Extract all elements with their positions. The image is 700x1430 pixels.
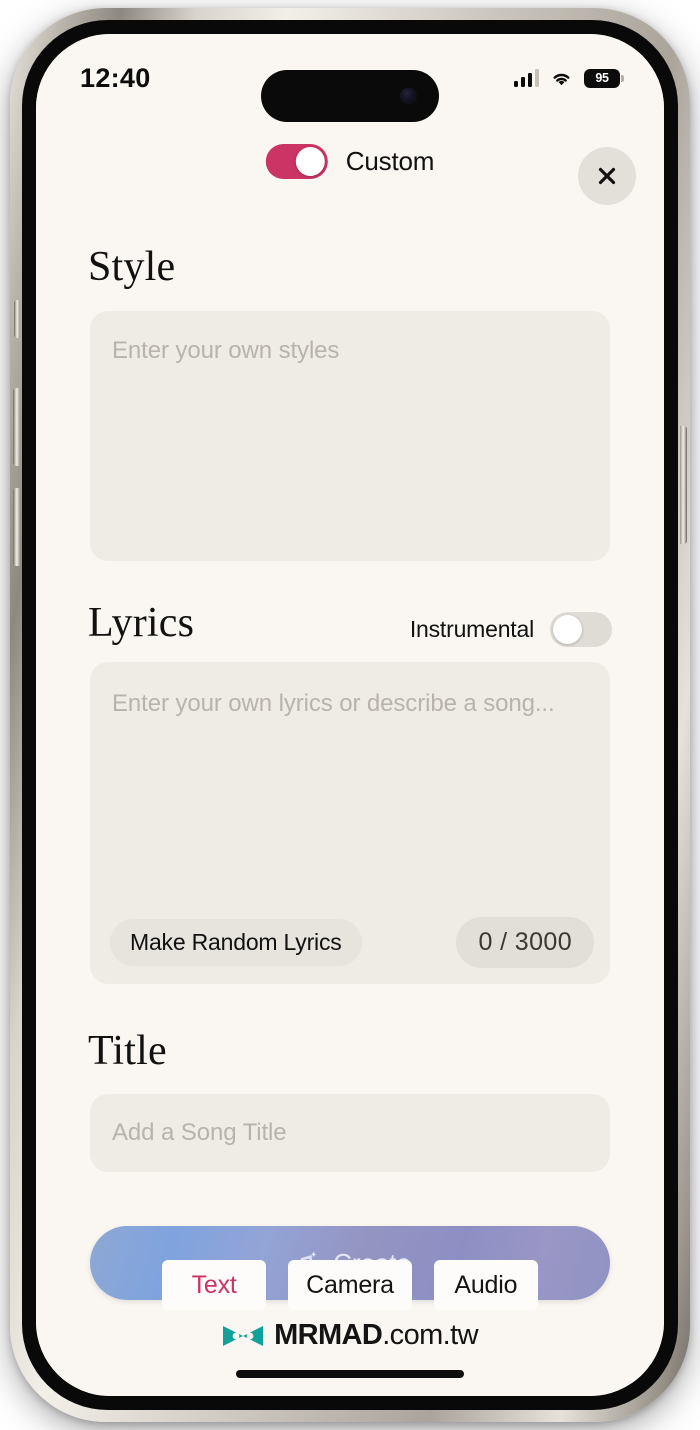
song-creation-screen: 12:40 95 Custom Style Enter your own sty… [36,34,664,1396]
make-random-lyrics-button[interactable]: Make Random Lyrics [110,919,362,966]
instrumental-toggle[interactable] [550,612,612,647]
bottom-tab-bar: Text Camera Audio [36,1260,664,1310]
custom-mode-toggle[interactable] [265,144,328,179]
home-indicator[interactable] [236,1370,464,1378]
lyrics-character-counter: 0 / 3000 [456,917,594,968]
close-button[interactable] [578,147,636,205]
instrumental-label: Instrumental [409,616,534,642]
silent-switch-button[interactable] [14,300,20,338]
battery-icon: 95 [584,68,624,88]
tab-text[interactable]: Text [162,1260,267,1310]
title-section-heading: Title [88,1028,167,1074]
style-input-placeholder: Enter your own styles [112,337,340,364]
lyrics-input-placeholder: Enter your own lyrics or describe a song… [112,690,555,717]
status-bar-indicators: 95 [513,68,624,88]
custom-mode-row[interactable]: Custom [265,144,435,179]
watermark-domain: .com.tw [382,1319,478,1351]
volume-down-button[interactable] [13,488,20,566]
toggle-knob [295,147,325,176]
toggle-knob [553,615,582,644]
cellular-signal-icon [513,69,539,87]
song-title-input[interactable]: Add a Song Title [90,1094,610,1172]
status-bar-clock: 12:40 [80,62,151,93]
tab-audio[interactable]: Audio [433,1260,538,1310]
custom-mode-label: Custom [345,146,435,176]
style-section-heading: Style [88,244,176,290]
modal-header: Custom [36,144,664,210]
lyrics-input[interactable]: Enter your own lyrics or describe a song… [90,662,610,984]
instrumental-row[interactable]: Instrumental [410,612,612,647]
watermark-brand: MRMAD [274,1319,383,1351]
power-button[interactable] [680,426,687,544]
screenshot-stage: 12:40 95 Custom Style Enter your own sty… [0,0,700,1430]
volume-up-button[interactable] [13,388,20,466]
dynamic-island [261,70,439,122]
lyrics-section-heading: Lyrics [88,600,195,646]
wifi-icon [550,69,573,87]
watermark-text: MRMAD.com.tw [274,1319,478,1352]
close-icon [598,167,616,185]
style-input[interactable]: Enter your own styles [90,311,610,561]
front-camera-icon [400,87,417,105]
tab-camera[interactable]: Camera [288,1260,412,1310]
watermark: MRMAD.com.tw [36,1319,664,1352]
mrmad-bowtie-logo-icon [223,1325,264,1346]
device-screen: 12:40 95 Custom Style Enter your own sty… [36,34,664,1396]
song-title-input-placeholder: Add a Song Title [112,1119,287,1146]
battery-level-label: 95 [595,71,609,85]
iphone-device-frame: 12:40 95 Custom Style Enter your own sty… [10,8,690,1422]
device-bezel: 12:40 95 Custom Style Enter your own sty… [22,20,678,1410]
